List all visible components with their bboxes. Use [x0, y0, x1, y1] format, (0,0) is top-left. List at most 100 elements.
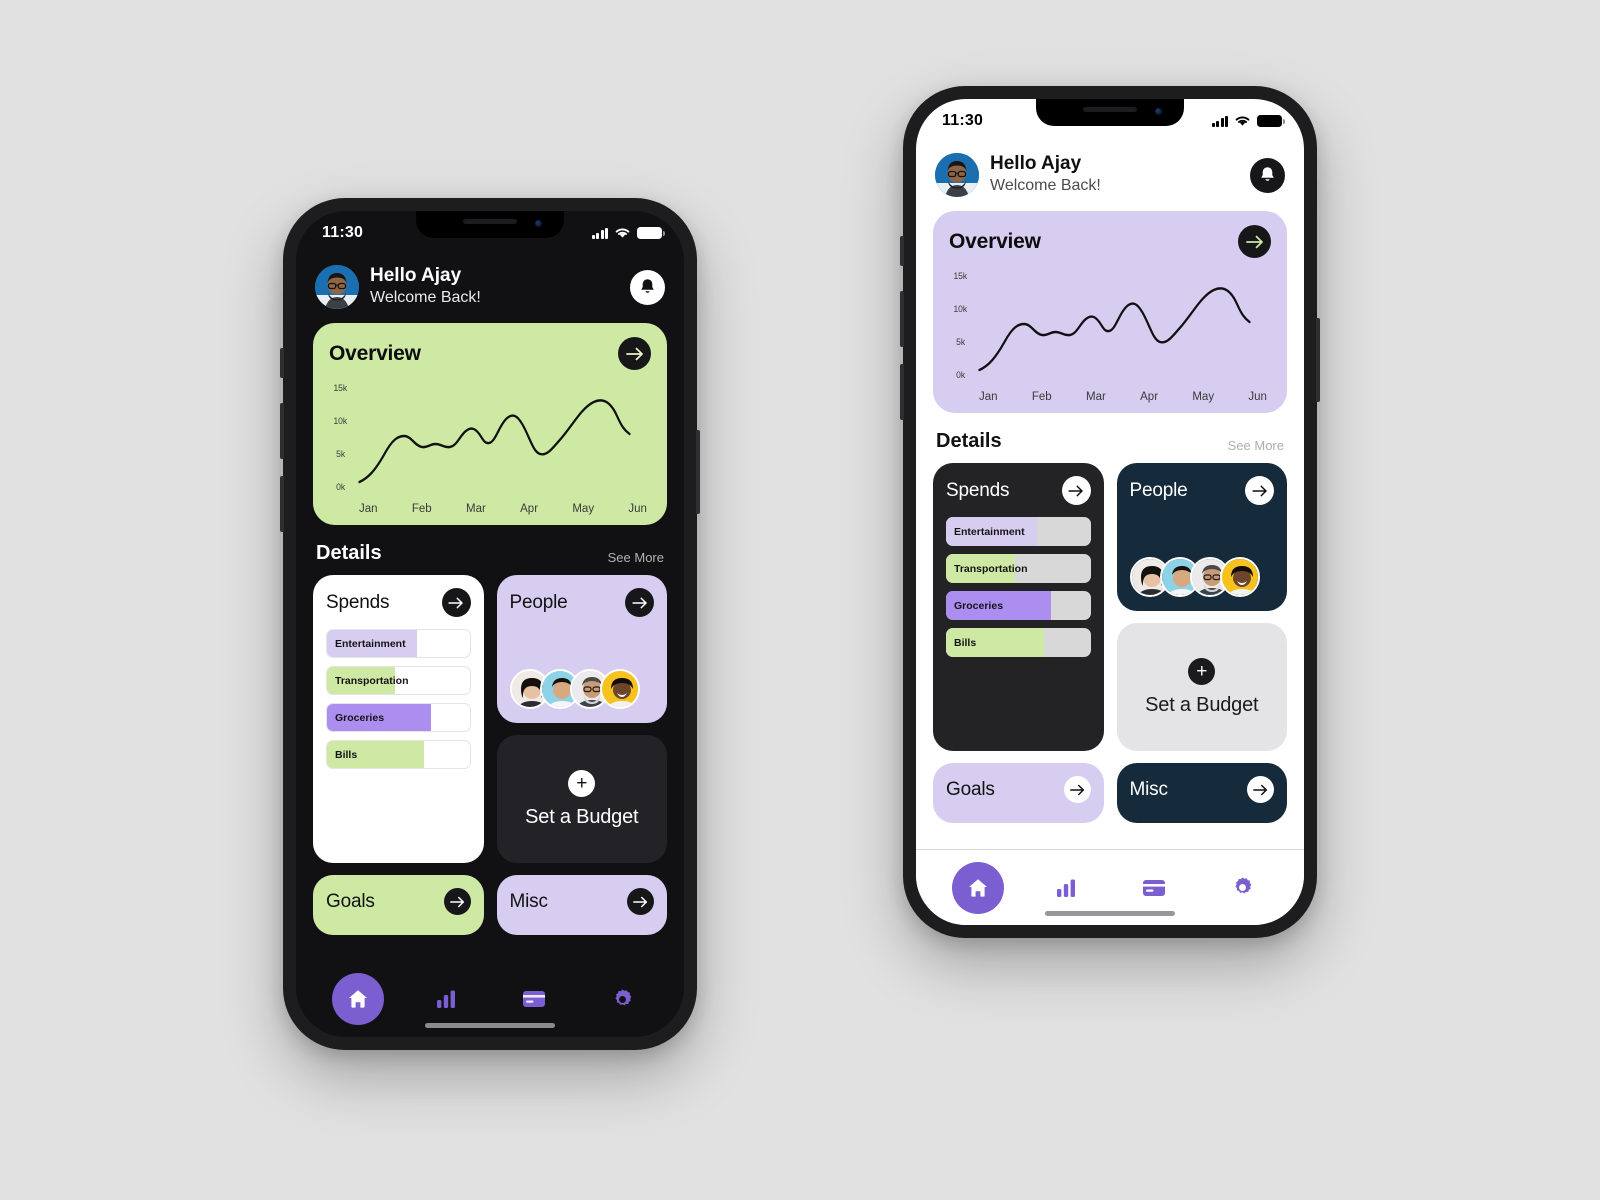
x-tick: Feb	[411, 503, 432, 515]
people-card[interactable]: People	[496, 575, 667, 723]
arrow-right-icon	[1245, 235, 1263, 248]
home-icon	[969, 878, 987, 897]
spend-bar-groceries[interactable]: Groceries	[946, 591, 1091, 620]
set-budget-card[interactable]: + Set a Budget	[496, 735, 667, 863]
misc-arrow-button[interactable]	[1247, 776, 1274, 803]
arrow-right-icon	[1068, 485, 1083, 496]
line-chart: 15k 10k 5k 0k	[333, 383, 631, 492]
arrow-right-icon	[1251, 485, 1267, 496]
spend-bar-transportation[interactable]: Transportation	[326, 666, 471, 695]
tab-home[interactable]	[332, 973, 384, 1025]
goals-arrow-button[interactable]	[1063, 776, 1091, 803]
tab-cards[interactable]	[508, 973, 560, 1025]
spends-arrow-button[interactable]	[1061, 476, 1091, 505]
goals-card[interactable]: Goals	[933, 763, 1104, 823]
overview-card[interactable]: Overview 15k 10k 5k 0k Jan Feb Mar Apr M…	[313, 323, 667, 525]
tab-home[interactable]	[952, 861, 1004, 914]
tab-settings[interactable]	[596, 973, 648, 1025]
power-button[interactable]	[696, 430, 700, 514]
bell-icon	[1261, 167, 1274, 181]
notification-button[interactable]	[630, 269, 665, 305]
bar-chart-icon	[1057, 879, 1075, 897]
spend-bar-bills[interactable]: Bills	[946, 628, 1091, 657]
misc-title: Misc	[1129, 778, 1168, 800]
spend-bar-transportation[interactable]: Transportation	[946, 554, 1091, 583]
tab-stats[interactable]	[1040, 862, 1092, 914]
home-indicator[interactable]	[1045, 911, 1175, 916]
spends-header: Spends	[946, 476, 1091, 505]
user-avatar[interactable]	[935, 153, 979, 197]
spends-arrow-button[interactable]	[441, 588, 471, 617]
mute-switch[interactable]	[280, 348, 284, 378]
people-arrow-button[interactable]	[1245, 476, 1274, 505]
set-budget-label: Set a Budget	[1145, 693, 1259, 716]
overview-card[interactable]: Overview 15k 10k 5k 0k Jan Feb Mar Apr M…	[933, 211, 1287, 413]
people-header: People	[1130, 476, 1274, 505]
bar-label: Bills	[335, 748, 358, 761]
bar-label: Transportation	[954, 562, 1028, 575]
earpiece-speaker	[463, 219, 517, 224]
misc-card[interactable]: Misc	[1116, 763, 1287, 823]
misc-title: Misc	[509, 890, 548, 912]
people-title: People	[509, 591, 568, 613]
tab-stats[interactable]	[420, 973, 472, 1025]
tab-settings[interactable]	[1216, 862, 1268, 914]
spend-bar-entertainment[interactable]: Entertainment	[326, 629, 471, 658]
set-budget-card[interactable]: + Set a Budget	[1116, 623, 1287, 751]
status-time: 11:30	[942, 112, 984, 129]
canvas: 11:30 Hello Ajay Welcome Back! Overview …	[0, 0, 1600, 1200]
notification-button[interactable]	[1250, 157, 1285, 193]
user-avatar[interactable]	[315, 265, 359, 309]
chart-x-axis: Jan Feb Mar Apr May Jun	[949, 390, 1271, 403]
svg-text:10k: 10k	[333, 416, 347, 427]
home-indicator[interactable]	[425, 1023, 555, 1028]
x-tick: May	[572, 503, 595, 515]
details-grid: Spends Entertainment Transportation Groc…	[313, 575, 667, 935]
overview-arrow-button[interactable]	[618, 337, 651, 370]
svg-text:10k: 10k	[953, 304, 967, 315]
person-avatar-4[interactable]	[1219, 557, 1260, 597]
volume-down-button[interactable]	[280, 476, 284, 532]
see-more-link[interactable]: See More	[608, 550, 664, 565]
spend-bar-groceries[interactable]: Groceries	[326, 703, 471, 732]
misc-arrow-button[interactable]	[627, 888, 654, 915]
overview-chart: 15k 10k 5k 0k	[329, 374, 651, 502]
phone-light: 11:30 Hello Ajay Welcome Back! Overview …	[900, 86, 1320, 938]
gear-icon	[614, 989, 631, 1006]
tab-cards[interactable]	[1128, 862, 1180, 914]
power-button[interactable]	[1316, 318, 1320, 402]
goals-arrow-button[interactable]	[443, 888, 471, 915]
see-more-link[interactable]: See More	[1228, 438, 1284, 453]
volume-up-button[interactable]	[280, 403, 284, 459]
volume-up-button[interactable]	[900, 291, 904, 347]
svg-text:15k: 15k	[333, 383, 347, 394]
arrow-right-icon	[1253, 784, 1268, 795]
notch	[416, 211, 564, 238]
earpiece-speaker	[1083, 107, 1137, 112]
person-avatar-4[interactable]	[599, 669, 640, 709]
overview-header: Overview	[949, 225, 1271, 258]
right-column: People + Set a Budget	[1116, 463, 1287, 751]
goals-title: Goals	[946, 778, 995, 800]
mute-switch[interactable]	[900, 236, 904, 266]
spends-card[interactable]: Spends Entertainment Transportation Groc…	[933, 463, 1104, 751]
people-card[interactable]: People	[1116, 463, 1287, 611]
overview-arrow-button[interactable]	[1238, 225, 1271, 258]
bar-label: Entertainment	[335, 637, 406, 650]
details-header: Details See More	[313, 525, 667, 575]
people-arrow-button[interactable]	[625, 588, 654, 617]
spend-bar-entertainment[interactable]: Entertainment	[946, 517, 1091, 546]
spends-card[interactable]: Spends Entertainment Transportation Groc…	[313, 575, 484, 863]
misc-header: Misc	[509, 888, 654, 915]
spend-bar-bills[interactable]: Bills	[326, 740, 471, 769]
x-tick: Apr	[520, 503, 539, 515]
x-tick: Apr	[1140, 391, 1159, 403]
set-budget-label: Set a Budget	[525, 805, 639, 828]
misc-card[interactable]: Misc	[496, 875, 667, 935]
arrow-right-icon	[631, 597, 647, 608]
svg-text:15k: 15k	[953, 271, 967, 282]
misc-header: Misc	[1129, 776, 1274, 803]
goals-card[interactable]: Goals	[313, 875, 484, 935]
plus-icon: +	[568, 769, 596, 797]
volume-down-button[interactable]	[900, 364, 904, 420]
